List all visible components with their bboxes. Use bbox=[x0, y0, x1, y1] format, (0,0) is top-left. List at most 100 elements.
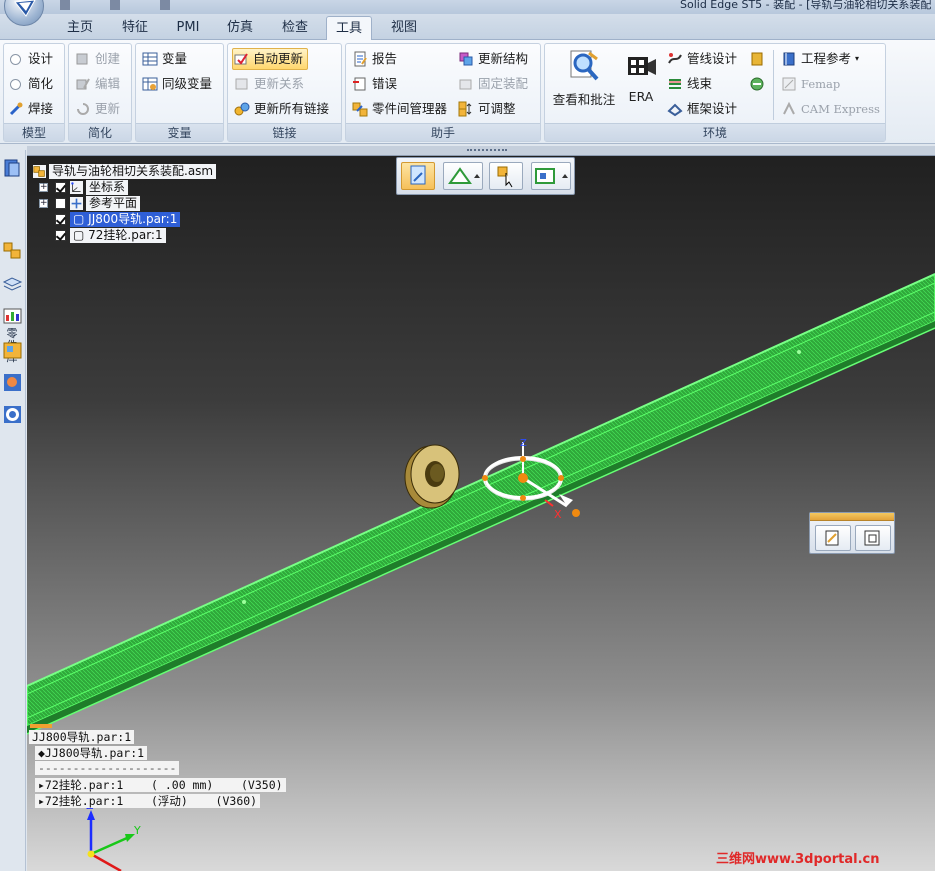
splitter-grip[interactable] bbox=[467, 149, 507, 152]
update-relations-button[interactable]: 更新关系 bbox=[234, 73, 304, 95]
update-simplify-button[interactable]: 更新 bbox=[75, 98, 120, 120]
report-button[interactable]: 报告 bbox=[352, 48, 397, 70]
era-label: ERA bbox=[628, 89, 654, 104]
update-structure-label: 更新结构 bbox=[478, 51, 529, 66]
ribbon-tabs: 主页 特征 PMI 仿真 检查 工具 视图 bbox=[0, 14, 935, 40]
view-triad bbox=[87, 810, 135, 871]
report-label: 报告 bbox=[372, 51, 398, 66]
tab-tools[interactable]: 工具 bbox=[326, 16, 372, 40]
radio-icon bbox=[10, 78, 21, 90]
group-label-environment: 环境 bbox=[545, 123, 885, 141]
auto-update-button[interactable]: 自动更新 bbox=[232, 48, 309, 70]
adjustable-button[interactable]: 可调整 bbox=[458, 98, 516, 120]
assembly-parts-icon[interactable] bbox=[2, 240, 23, 261]
group-environment: 查看和批注 ERA 管线设计 线束 框架设计 工程参考 ▾ Femap CAM … bbox=[544, 43, 886, 142]
chevron-down-icon: ▾ bbox=[855, 54, 860, 63]
select-tool-button[interactable] bbox=[401, 162, 435, 190]
update-all-links-button[interactable]: 更新所有链接 bbox=[234, 98, 329, 120]
shape-icon bbox=[750, 77, 764, 91]
errors-button[interactable]: 错误 bbox=[352, 73, 397, 95]
view-and-markup-button[interactable]: 查看和批注 bbox=[549, 49, 619, 108]
color-manager-icon[interactable] bbox=[2, 372, 23, 393]
harness-button[interactable]: 线束 bbox=[667, 73, 712, 95]
design-label: 设计 bbox=[28, 51, 54, 66]
zoom-area-button[interactable] bbox=[855, 525, 891, 551]
tab-simulation[interactable]: 仿真 bbox=[218, 16, 262, 40]
cam-express-button[interactable]: CAM Express bbox=[781, 98, 880, 120]
view-markup-icon bbox=[570, 50, 599, 81]
visibility-checkbox[interactable] bbox=[55, 230, 66, 241]
tree-root[interactable]: 导轨与油轮相切关系装配.asm bbox=[33, 164, 217, 179]
tree-item-label: ▢ JJ800导轨.par:1 bbox=[70, 212, 181, 227]
select-tools-icon[interactable] bbox=[2, 340, 23, 361]
fit-view-icon bbox=[825, 530, 839, 546]
zoom-area-icon bbox=[864, 530, 880, 546]
group-links: 自动更新 更新关系 更新所有链接 链接 bbox=[227, 43, 342, 142]
frame-icon bbox=[667, 103, 683, 117]
visibility-checkbox[interactable] bbox=[55, 198, 66, 209]
fit-view-button[interactable] bbox=[815, 525, 851, 551]
solid-edge-logo-icon bbox=[14, 0, 36, 17]
command-toolbar bbox=[396, 157, 575, 195]
expand-icon[interactable]: + bbox=[39, 199, 48, 208]
update-links-icon bbox=[234, 102, 250, 116]
environment-extra-button[interactable] bbox=[749, 48, 765, 70]
auto-update-label: 自动更新 bbox=[253, 51, 304, 66]
update-structure-button[interactable]: 更新结构 bbox=[458, 48, 528, 70]
environment-extra-button-2[interactable] bbox=[749, 73, 765, 95]
tree-item-pulley-part[interactable]: ▢ 72挂轮.par:1 bbox=[55, 228, 166, 243]
rail-jj800[interactable] bbox=[27, 273, 935, 735]
visibility-checkbox[interactable] bbox=[55, 214, 66, 225]
mini-toolbar-grip[interactable] bbox=[810, 513, 894, 521]
pathfinder-icon[interactable] bbox=[2, 158, 23, 179]
layers-icon[interactable] bbox=[2, 274, 23, 295]
peer-variables-button[interactable]: 同级变量 bbox=[142, 73, 212, 95]
piping-design-button[interactable]: 管线设计 bbox=[667, 48, 737, 70]
info-panel-row[interactable]: ▸72挂轮.par:1 (浮动) (V360) bbox=[35, 794, 261, 809]
group-label-simplify: 简化 bbox=[69, 123, 131, 141]
frame-design-button[interactable]: 框架设计 bbox=[667, 98, 737, 120]
tab-inspect[interactable]: 检查 bbox=[272, 16, 318, 40]
qat-button[interactable] bbox=[60, 0, 70, 10]
edit-simplify-button[interactable]: 编辑 bbox=[75, 73, 120, 95]
gear-icon[interactable] bbox=[2, 404, 23, 425]
tree-item-rail-part[interactable]: ▢ JJ800导轨.par:1 bbox=[55, 212, 181, 227]
expand-icon[interactable]: + bbox=[39, 183, 48, 192]
tree-item-label: 坐标系 bbox=[86, 180, 129, 195]
qat-button[interactable] bbox=[160, 0, 170, 10]
visibility-checkbox[interactable] bbox=[55, 182, 66, 193]
adjustable-icon bbox=[458, 101, 472, 117]
assemble-button[interactable] bbox=[531, 162, 571, 190]
era-button[interactable]: ERA bbox=[621, 49, 661, 104]
radio-icon bbox=[10, 53, 21, 65]
move-part-button[interactable] bbox=[443, 162, 483, 190]
fixed-assembly-button[interactable]: 固定装配 bbox=[458, 73, 528, 95]
tab-home[interactable]: 主页 bbox=[60, 16, 100, 40]
fixed-assembly-label: 固定装配 bbox=[478, 76, 529, 91]
sensors-icon[interactable] bbox=[2, 306, 23, 327]
update-relations-label: 更新关系 bbox=[254, 76, 305, 91]
graphics-viewport[interactable]: Z X Z Y 导轨与油轮相切关系装配.asm + 坐标系 + 参考平面 bbox=[27, 146, 935, 871]
update-label: 更新 bbox=[95, 101, 121, 116]
design-radio[interactable]: 设计 bbox=[8, 48, 53, 70]
weld-icon bbox=[9, 102, 23, 116]
tree-item-reference-planes[interactable]: + 参考平面 bbox=[39, 196, 141, 211]
qat-button[interactable] bbox=[110, 0, 120, 10]
create-simplify-button[interactable]: 创建 bbox=[75, 48, 120, 70]
info-panel-row[interactable]: ▸72挂轮.par:1 ( .00 mm) (V350) bbox=[35, 778, 286, 793]
tab-view[interactable]: 视图 bbox=[382, 16, 426, 40]
variable-table-icon bbox=[142, 52, 158, 66]
weld-button[interactable]: 焊接 bbox=[8, 98, 53, 120]
interpart-manager-button[interactable]: 零件间管理器 bbox=[352, 98, 447, 120]
variables-label: 变量 bbox=[162, 51, 188, 66]
viewport-splitter[interactable] bbox=[27, 146, 935, 156]
simplified-radio[interactable]: 简化 bbox=[8, 73, 53, 95]
tab-pmi[interactable]: PMI bbox=[168, 16, 208, 40]
engineering-reference-button[interactable]: 工程参考 ▾ bbox=[781, 48, 859, 70]
book-icon bbox=[751, 52, 763, 66]
tree-item-coordinate-system[interactable]: + 坐标系 bbox=[39, 180, 129, 195]
drag-component-button[interactable] bbox=[489, 162, 523, 190]
tab-features[interactable]: 特征 bbox=[112, 16, 158, 40]
variables-button[interactable]: 变量 bbox=[142, 48, 187, 70]
femap-button[interactable]: Femap bbox=[781, 73, 840, 95]
